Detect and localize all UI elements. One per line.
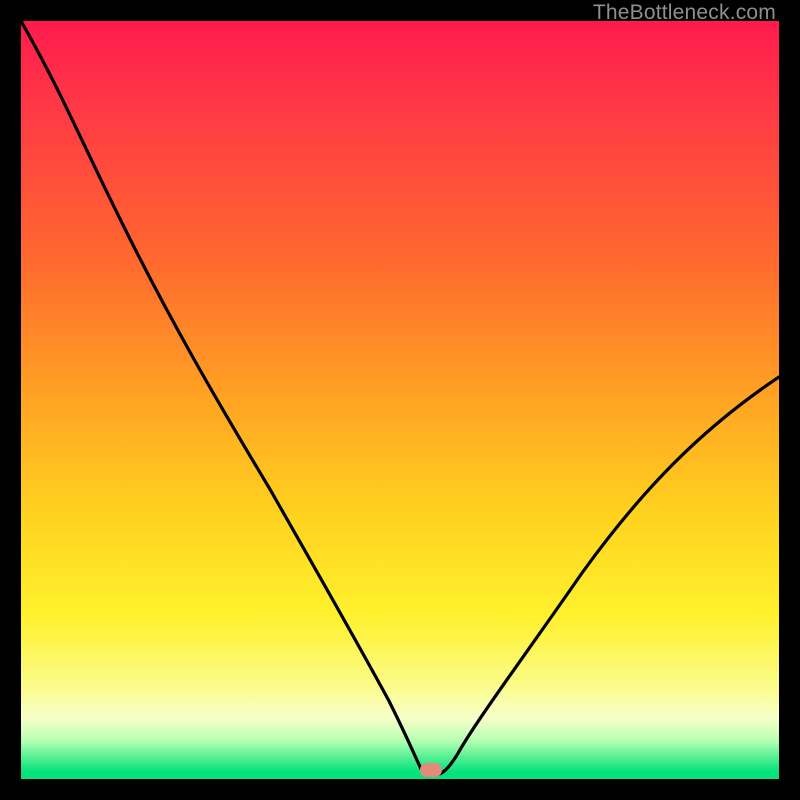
min-point-marker: [420, 763, 442, 777]
chart-frame: TheBottleneck.com: [0, 0, 800, 800]
plot-area: [21, 21, 779, 779]
watermark-text: TheBottleneck.com: [593, 1, 776, 25]
bottleneck-curve: [21, 21, 779, 779]
pale-highlight-band: [21, 635, 779, 745]
